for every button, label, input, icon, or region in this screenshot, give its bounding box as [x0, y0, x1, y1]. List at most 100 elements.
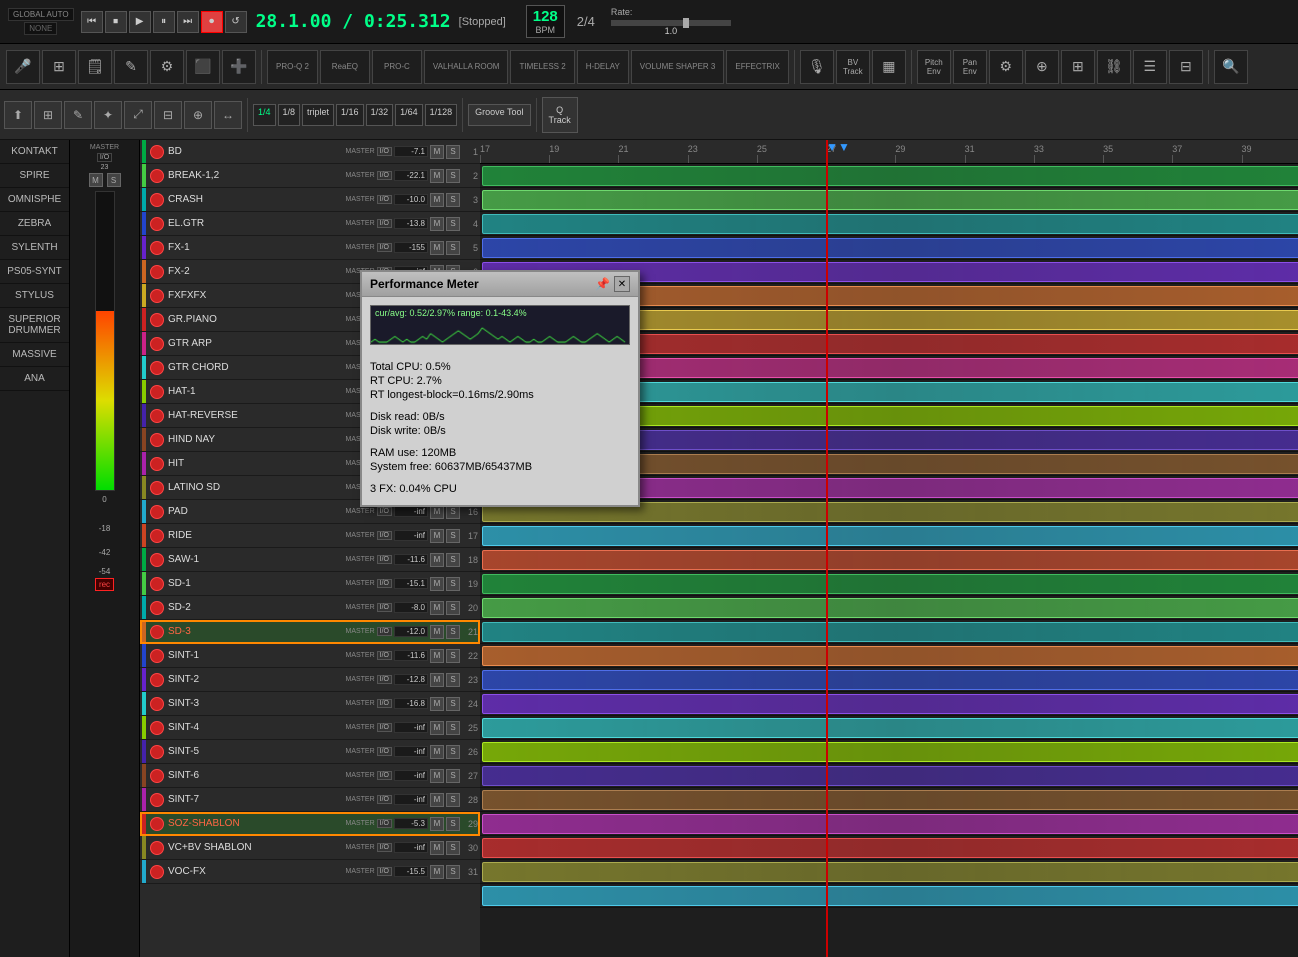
stop-button[interactable]: ⏹	[105, 11, 127, 33]
forward-button[interactable]: ⏭	[177, 11, 199, 33]
track-record-button[interactable]	[150, 865, 164, 879]
clip-row[interactable]	[480, 596, 1298, 620]
track-mute-button[interactable]: M	[430, 697, 444, 711]
track-row-sint-4[interactable]: SINT-4MASTERI/O-infMS25	[140, 716, 480, 740]
track-record-button[interactable]	[150, 289, 164, 303]
track-row-break-1-2[interactable]: BREAK-1,2MASTERI/O-22.1MS2	[140, 164, 480, 188]
track-mute-button[interactable]: M	[430, 793, 444, 807]
clip[interactable]	[482, 646, 1298, 666]
track-record-button[interactable]	[150, 313, 164, 327]
clip-row[interactable]	[480, 740, 1298, 764]
io-button[interactable]: I/O	[97, 153, 112, 162]
clip-row[interactable]	[480, 836, 1298, 860]
track-mute-button[interactable]: M	[430, 169, 444, 183]
track-row-el-gtr[interactable]: EL.GTRMASTERI/O-13.8MS4	[140, 212, 480, 236]
sidebar-item-ana[interactable]: ANA	[0, 367, 69, 391]
bars-icon[interactable]: ▦	[872, 50, 906, 84]
track-record-button[interactable]	[150, 697, 164, 711]
track-io-button[interactable]: I/O	[377, 795, 392, 804]
clip[interactable]	[482, 814, 1298, 834]
track-record-button[interactable]	[150, 577, 164, 591]
clip-row[interactable]	[480, 644, 1298, 668]
plugin-effectrix[interactable]: EFFECTRIX	[726, 50, 788, 84]
snap-18[interactable]: 1/8	[278, 104, 301, 126]
track-record-button[interactable]	[150, 241, 164, 255]
tool-eraser[interactable]: ✦	[94, 101, 122, 129]
track-record-button[interactable]	[150, 337, 164, 351]
sidebar-item-omnisphe[interactable]: OMNISPHE	[0, 188, 69, 212]
master-solo[interactable]: S	[107, 173, 121, 187]
track-solo-button[interactable]: S	[446, 769, 460, 783]
snap-132[interactable]: 1/32	[366, 104, 394, 126]
rate-slider[interactable]	[611, 20, 731, 26]
track-mute-button[interactable]: M	[430, 217, 444, 231]
sidebar-item-ps05[interactable]: PS05-SYNT	[0, 260, 69, 284]
track-row-fx-1[interactable]: FX-1MASTERI/O-155MS5	[140, 236, 480, 260]
track-solo-button[interactable]: S	[446, 241, 460, 255]
snap-164[interactable]: 1/64	[395, 104, 423, 126]
clip-row[interactable]	[480, 164, 1298, 188]
track-row-sd-3[interactable]: SD-3MASTERI/O-12.0MS21	[140, 620, 480, 644]
perf-close-button[interactable]: ✕	[614, 276, 630, 292]
track-record-button[interactable]	[150, 769, 164, 783]
track-record-button[interactable]	[150, 409, 164, 423]
track-io-button[interactable]: I/O	[377, 219, 392, 228]
clip-row[interactable]	[480, 716, 1298, 740]
track-io-button[interactable]: I/O	[377, 771, 392, 780]
snap-triplet[interactable]: triplet	[302, 104, 334, 126]
clip[interactable]	[482, 622, 1298, 642]
clip[interactable]	[482, 766, 1298, 786]
track-mute-button[interactable]: M	[430, 577, 444, 591]
clip-row[interactable]	[480, 524, 1298, 548]
pin-icon[interactable]: 📌	[595, 277, 610, 291]
track-mute-button[interactable]: M	[430, 841, 444, 855]
track-row-sd-1[interactable]: SD-1MASTERI/O-15.1MS19	[140, 572, 480, 596]
sidebar-item-spire[interactable]: SPIRE	[0, 164, 69, 188]
sidebar-item-massive[interactable]: MASSIVE	[0, 343, 69, 367]
track-record-button[interactable]	[150, 433, 164, 447]
track-io-button[interactable]: I/O	[377, 603, 392, 612]
track-record-button[interactable]	[150, 481, 164, 495]
track-mute-button[interactable]: M	[430, 769, 444, 783]
clip[interactable]	[482, 862, 1298, 882]
tool-arrow[interactable]: ⬆	[4, 101, 32, 129]
track-row-ride[interactable]: RIDEMASTERI/O-infMS17	[140, 524, 480, 548]
clip-row[interactable]	[480, 212, 1298, 236]
plugin-icon-5[interactable]: ⚙	[150, 50, 184, 84]
track-io-button[interactable]: I/O	[377, 867, 392, 876]
track-record-button[interactable]	[150, 169, 164, 183]
sidebar-item-sylenth[interactable]: SYLENTH	[0, 236, 69, 260]
clip-row[interactable]	[480, 812, 1298, 836]
snap-1128[interactable]: 1/128	[425, 104, 458, 126]
mic-icon[interactable]: 🎙	[800, 50, 834, 84]
plugin-icon-7[interactable]: ➕	[222, 50, 256, 84]
tool-pencil[interactable]: ✎	[64, 101, 92, 129]
pitch-env-icon[interactable]: PitchEnv	[917, 50, 951, 84]
plugin-icon-extra2[interactable]: ⊕	[1025, 50, 1059, 84]
plugin-icon-4[interactable]: ✎	[114, 50, 148, 84]
tool-grid[interactable]: ⊞	[34, 101, 62, 129]
track-solo-button[interactable]: S	[446, 841, 460, 855]
tool-split[interactable]: ⊟	[154, 101, 182, 129]
track-solo-button[interactable]: S	[446, 673, 460, 687]
clip-row[interactable]	[480, 788, 1298, 812]
clip-row[interactable]	[480, 884, 1298, 908]
sidebar-item-kontakt[interactable]: KONTAKT	[0, 140, 69, 164]
track-solo-button[interactable]: S	[446, 577, 460, 591]
clip-row[interactable]	[480, 668, 1298, 692]
track-record-button[interactable]	[150, 361, 164, 375]
track-record-button[interactable]	[150, 649, 164, 663]
sidebar-item-stylus[interactable]: STYLUS	[0, 284, 69, 308]
clip[interactable]	[482, 718, 1298, 738]
track-mute-button[interactable]: M	[430, 649, 444, 663]
clip[interactable]	[482, 190, 1298, 210]
plugin-valhalla[interactable]: VALHALLA ROOM	[424, 50, 509, 84]
track-mute-button[interactable]: M	[430, 721, 444, 735]
track-record-button[interactable]	[150, 265, 164, 279]
track-row-vc-bv-shablon[interactable]: VC+BV SHABLONMASTERI/O-infMS30	[140, 836, 480, 860]
groove-tool-button[interactable]: Groove Tool	[468, 104, 530, 126]
clip[interactable]	[482, 790, 1298, 810]
clip-row[interactable]	[480, 620, 1298, 644]
track-io-button[interactable]: I/O	[377, 699, 392, 708]
track-solo-button[interactable]: S	[446, 193, 460, 207]
